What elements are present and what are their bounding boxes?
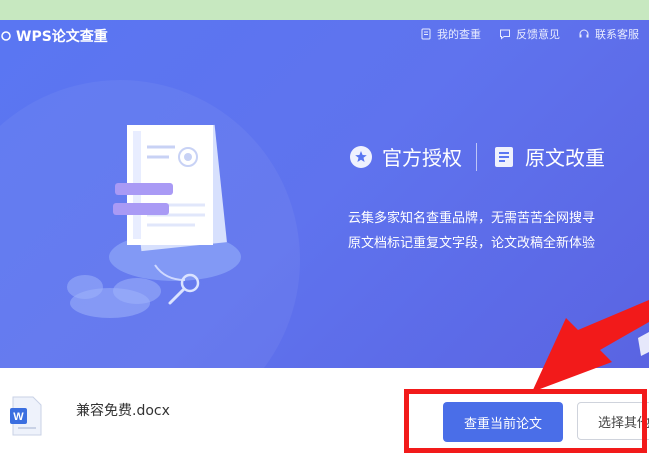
feature-rewrite: 原文改重 [491, 142, 605, 171]
svg-text:W: W [13, 411, 24, 423]
nav-label: 反馈意见 [516, 28, 560, 41]
description: 云集多家知名查重品牌，无需苦苦全网搜寻 原文档标记重复文字段，论文改稿全新体验 [348, 206, 595, 256]
description-line: 云集多家知名查重品牌，无需苦苦全网搜寻 [348, 211, 596, 226]
top-strip [0, 0, 649, 20]
file-bar: W 兼容免费.docx 查重当前论文 选择其他 [0, 368, 649, 463]
brand: WPS论文查重 [0, 26, 108, 46]
feature-label: 原文改重 [525, 146, 605, 170]
feature-row: 官方授权 原文改重 [348, 142, 605, 171]
edit-document-icon [495, 146, 513, 167]
document-illustration [67, 124, 241, 318]
feature-divider [476, 142, 477, 171]
file-name: 兼容免费.docx [76, 403, 170, 419]
brand-icon [1, 31, 11, 41]
nav-feedback[interactable]: 反馈意见 [499, 26, 560, 42]
nav-my-checks[interactable]: 我的查重 [420, 26, 481, 42]
top-nav: 我的查重 反馈意见 联系客服 [420, 26, 639, 42]
word-doc-icon: W [10, 396, 42, 436]
nav-label: 联系客服 [595, 28, 639, 41]
badge-star-icon [350, 145, 372, 168]
check-current-paper-button[interactable]: 查重当前论文 [443, 402, 563, 442]
hero-banner: WPS论文查重 我的查重 反馈意见 联系客服 官方授权 原文改重 云集多家知名查… [0, 20, 649, 368]
select-other-button[interactable]: 选择其他 [577, 402, 649, 440]
description-line: 原文档标记重复文字段，论文改稿全新体验 [348, 236, 596, 251]
brand-title: WPS论文查重 [16, 29, 108, 45]
nav-support[interactable]: 联系客服 [578, 26, 639, 42]
headset-icon [579, 29, 589, 38]
feature-official: 官方授权 [348, 142, 462, 171]
feature-label: 官方授权 [382, 146, 462, 170]
document-icon [421, 28, 431, 40]
message-icon [500, 29, 510, 40]
nav-label: 我的查重 [437, 28, 481, 41]
